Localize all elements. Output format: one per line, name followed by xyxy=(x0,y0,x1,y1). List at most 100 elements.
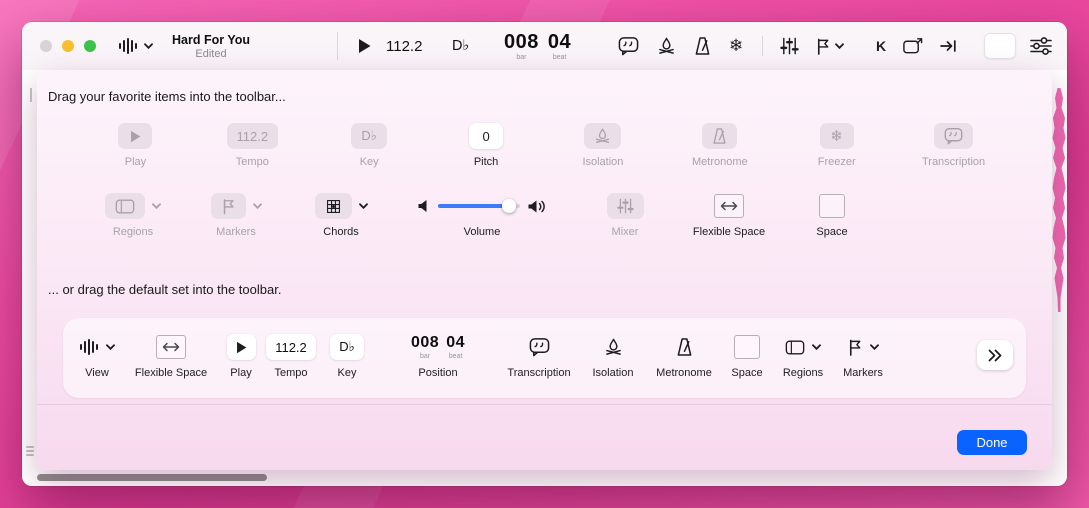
favorite-item-regions[interactable]: Regions xyxy=(83,192,183,238)
chevron-down-icon xyxy=(835,43,844,49)
key-value: D♭ xyxy=(351,123,387,149)
toolbar-settings-button[interactable] xyxy=(1030,22,1052,70)
speaker-low-icon xyxy=(417,199,430,213)
audio-waveform-fragment xyxy=(1052,88,1067,312)
marker-flag-icon xyxy=(815,37,831,56)
tempo-display[interactable]: 112.2 xyxy=(386,22,422,70)
favorite-item-play[interactable]: Play xyxy=(77,122,194,168)
zoom-window-button[interactable] xyxy=(84,40,96,52)
done-button[interactable]: Done xyxy=(957,430,1027,455)
default-toolbar-set[interactable]: View Flexible Space Play 112.2 Tempo xyxy=(63,318,1026,398)
favorite-item-space[interactable]: Space xyxy=(779,192,885,238)
go-to-end-button[interactable] xyxy=(939,38,957,54)
tempo-value: 112.2 xyxy=(266,334,316,360)
transcription-icon xyxy=(618,36,639,56)
item-label: Transcription xyxy=(507,367,570,379)
default-item-transcription: Transcription xyxy=(501,332,577,379)
sliders-icon xyxy=(1030,37,1052,55)
favorite-item-tempo[interactable]: 112.2 Tempo xyxy=(194,122,311,168)
item-label: Flexible Space xyxy=(135,367,207,379)
toolbar-icon-group: ❄ xyxy=(618,22,743,70)
item-label: Isolation xyxy=(593,367,634,379)
position-beat: 04 xyxy=(446,335,465,351)
freezer-button[interactable]: ❄ xyxy=(729,38,743,55)
flexible-space-icon xyxy=(156,335,186,359)
double-chevron-right-icon xyxy=(987,349,1003,362)
item-label: Space xyxy=(731,367,762,379)
close-window-button[interactable] xyxy=(40,40,52,52)
favorite-item-freezer[interactable]: ❄ Freezer xyxy=(778,122,895,168)
chevron-down-icon xyxy=(253,203,262,209)
count-in-button[interactable]: K xyxy=(876,38,886,54)
favorites-row-2: Regions Markers xyxy=(83,192,885,238)
chevron-down-icon xyxy=(812,344,821,350)
item-label: Key xyxy=(360,156,379,168)
favorite-item-flexible-space[interactable]: Flexible Space xyxy=(679,192,779,238)
toolbar-divider xyxy=(762,36,763,56)
chevron-down-icon xyxy=(152,203,161,209)
chevron-down-icon xyxy=(870,344,879,350)
window-title-block: Hard For You Edited xyxy=(172,22,250,70)
bar-label: bar xyxy=(516,54,526,61)
chevron-down-icon xyxy=(144,43,153,49)
favorite-item-chords[interactable]: Chords xyxy=(289,192,393,238)
markers-button[interactable] xyxy=(815,37,844,56)
default-item-markers: Markers xyxy=(831,332,895,379)
transcription-icon xyxy=(529,337,550,357)
item-label: Metronome xyxy=(656,367,712,379)
favorite-item-transcription[interactable]: Transcription xyxy=(895,122,1012,168)
item-label: Transcription xyxy=(922,156,985,168)
autopunch-button[interactable] xyxy=(902,36,923,56)
regions-icon xyxy=(785,339,805,356)
position-display[interactable]: 008 bar 04 beat xyxy=(504,22,571,70)
default-item-regions: Regions xyxy=(775,332,831,379)
play-button[interactable] xyxy=(358,22,371,70)
favorite-item-isolation[interactable]: Isolation xyxy=(545,122,662,168)
isolation-button[interactable] xyxy=(657,36,676,56)
regions-icon xyxy=(105,193,145,219)
track-header-fragment xyxy=(26,444,34,458)
favorite-item-markers[interactable]: Markers xyxy=(183,192,289,238)
item-label: Markers xyxy=(216,226,256,238)
metronome-button[interactable] xyxy=(694,36,711,56)
metronome-icon xyxy=(694,36,711,56)
item-label: Play xyxy=(125,156,146,168)
favorite-item-key[interactable]: D♭ Key xyxy=(311,122,428,168)
minimize-window-button[interactable] xyxy=(62,40,74,52)
item-label: Play xyxy=(230,367,251,379)
item-label: Mixer xyxy=(612,226,639,238)
marker-flag-icon xyxy=(211,193,246,219)
favorite-item-volume[interactable]: Volume xyxy=(393,192,571,238)
view-button[interactable] xyxy=(118,22,153,70)
play-icon xyxy=(358,38,371,54)
play-icon xyxy=(227,334,256,360)
beat-label: beat xyxy=(449,353,463,360)
volume-slider[interactable] xyxy=(438,204,520,208)
item-label: Markers xyxy=(843,367,883,379)
default-item-position: 008 bar 04 beat Position xyxy=(375,332,501,379)
favorite-item-mixer[interactable]: Mixer xyxy=(571,192,679,238)
item-label: Tempo xyxy=(236,156,269,168)
favorite-item-metronome[interactable]: Metronome xyxy=(661,122,778,168)
show-more-button[interactable] xyxy=(977,340,1013,370)
app-window: Hard For You Edited 112.2 D♭ 008 bar 04 … xyxy=(22,22,1067,486)
speaker-high-icon xyxy=(528,199,547,214)
horizontal-scrollbar-thumb[interactable] xyxy=(37,474,267,481)
mixer-icon xyxy=(780,36,799,56)
isolation-icon xyxy=(604,337,623,357)
transcription-button[interactable] xyxy=(618,36,639,56)
position-bar: 008 xyxy=(411,335,439,351)
volume-slider-knob[interactable] xyxy=(502,199,516,213)
toolbar-divider xyxy=(337,32,338,60)
mixer-button[interactable] xyxy=(780,36,799,56)
default-item-flexible-space: Flexible Space xyxy=(123,332,219,379)
space-icon xyxy=(734,335,760,359)
favorite-item-pitch[interactable]: 0 Pitch xyxy=(428,122,545,168)
waveform-icon xyxy=(118,38,138,54)
key-display[interactable]: D♭ xyxy=(452,22,469,70)
metronome-icon xyxy=(702,123,737,149)
item-label: Metronome xyxy=(692,156,748,168)
sheet-divider xyxy=(37,404,1052,405)
flexible-space-icon xyxy=(714,194,744,218)
toolbar-icon-group-2 xyxy=(780,22,844,70)
